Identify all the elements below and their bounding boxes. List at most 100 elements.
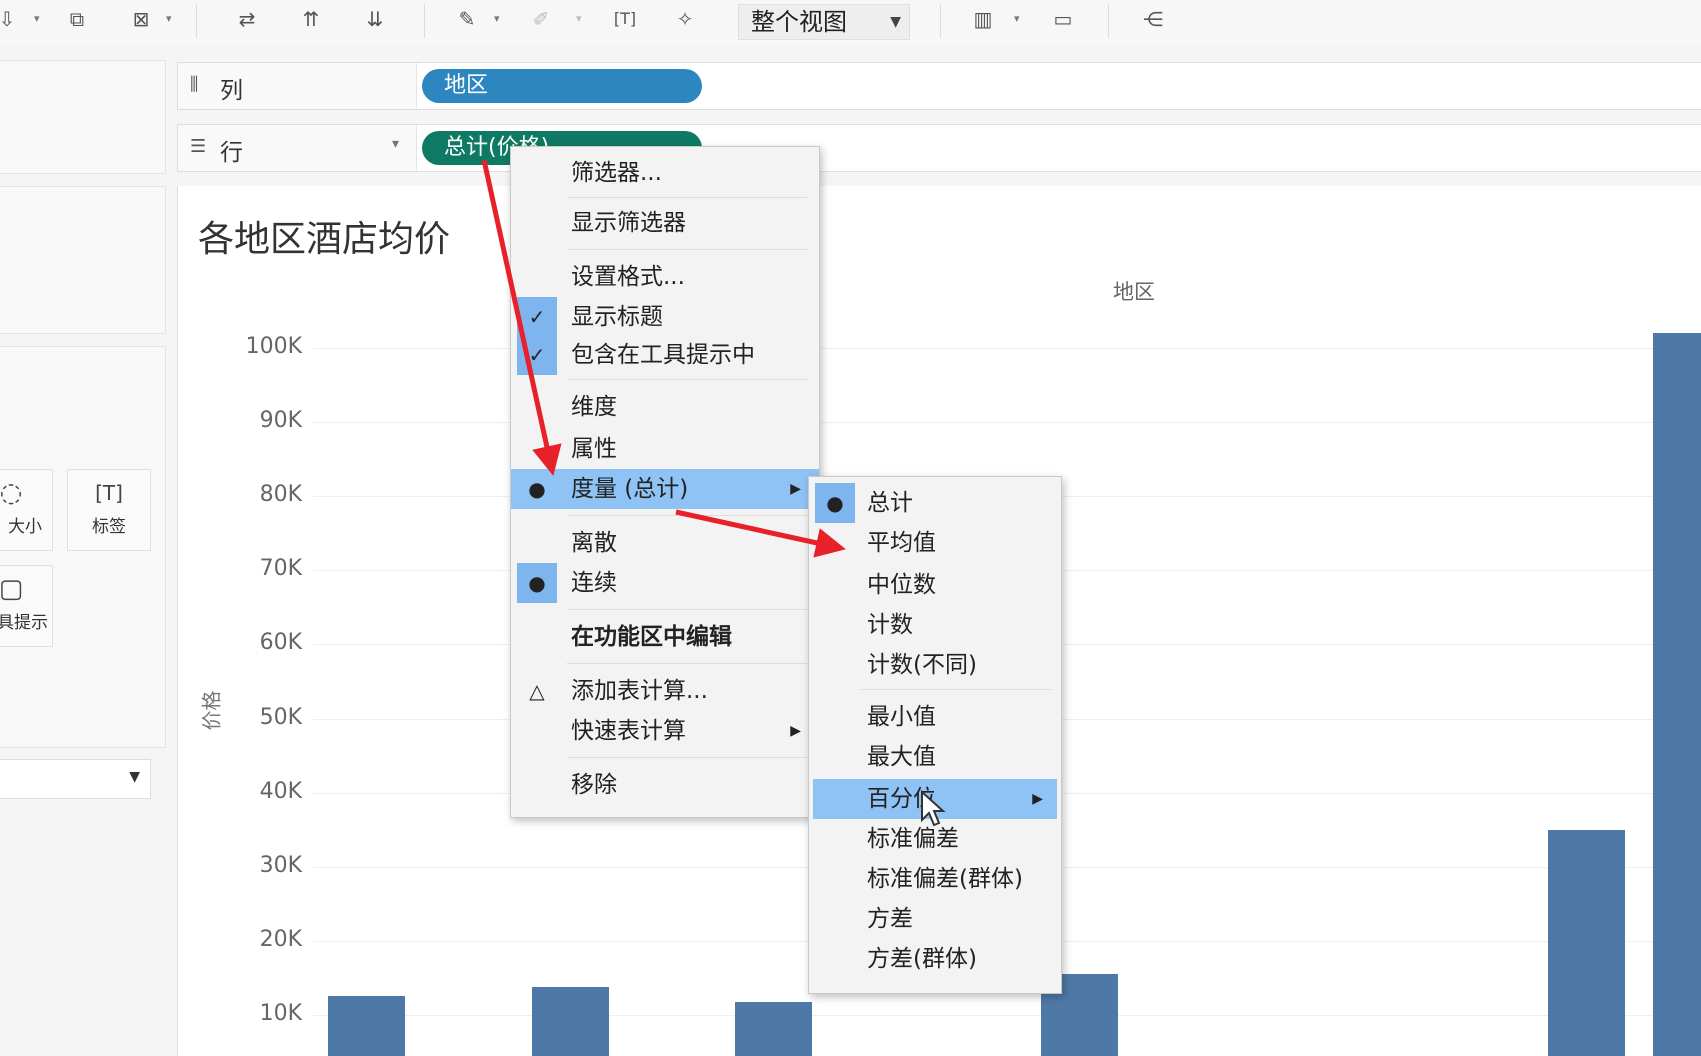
submenu-item-label: 计数 [867, 612, 913, 638]
chevron-down-icon: ▼ [129, 769, 140, 785]
radio-dot-icon: ● [528, 477, 546, 501]
mouse-cursor-icon [921, 790, 946, 827]
duplicate-sheet-icon[interactable]: ⧉ [64, 6, 90, 32]
menu-item-discrete[interactable]: 离散 [511, 523, 819, 563]
menu-separator [567, 609, 807, 610]
menu-item-remove[interactable]: 移除 [511, 765, 819, 805]
swap-rows-columns-icon[interactable]: ⇄ [234, 6, 260, 32]
clear-sheet-icon[interactable]: ⊠ [128, 6, 154, 32]
menu-item-format[interactable]: 设置格式... [511, 257, 819, 297]
columns-icon: ⫼ [190, 74, 199, 95]
submenu-item-median[interactable]: 中位数 [809, 565, 1061, 605]
menu-item-filter[interactable]: 筛选器... [511, 153, 819, 193]
menu-item-label: 移除 [571, 772, 617, 798]
column-header: 地区 [1113, 280, 1155, 304]
label-icon: [T] [95, 481, 123, 505]
menu-item-show-filter[interactable]: 显示筛选器 [511, 203, 819, 243]
submenu-item-sum[interactable]: ● 总计 [809, 483, 1061, 523]
chart-bar[interactable] [328, 996, 405, 1056]
mark-type-dropdown[interactable]: ▼ [0, 759, 151, 799]
menu-separator [567, 197, 807, 198]
share-icon[interactable]: ⋲ [1140, 6, 1166, 32]
region-pill[interactable]: 地区 [422, 69, 702, 103]
y-tick-label: 90K [259, 408, 302, 434]
submenu-item-count-distinct[interactable]: 计数(不同) [809, 645, 1061, 685]
size-icon: ◌ [0, 478, 23, 508]
menu-item-dimension[interactable]: 维度 [511, 387, 819, 427]
delta-icon: △ [529, 679, 545, 703]
submenu-item-minimum[interactable]: 最小值 [809, 697, 1061, 737]
menu-item-include-in-tooltip[interactable]: ✓ 包含在工具提示中 [511, 335, 819, 375]
submenu-item-label: 方差 [867, 906, 913, 932]
menu-gutter [517, 387, 557, 427]
fit-view-dropdown-label: 整个视图 [751, 8, 847, 36]
fit-view-dropdown[interactable]: 整个视图 ▼ [738, 4, 910, 40]
sort-ascending-icon[interactable]: ⇈ [298, 6, 324, 32]
menu-gutter [815, 899, 855, 939]
menu-item-label: 度量 (总计) [571, 476, 689, 502]
menu-gutter [517, 765, 557, 805]
columns-shelf[interactable]: ⫼ 列 地区 [177, 62, 1701, 110]
chevron-down-icon[interactable]: ▾ [494, 6, 500, 32]
menu-gutter [815, 819, 855, 859]
tooltip-button-label: 具提示 [0, 613, 48, 633]
submenu-item-label: 总计 [867, 490, 913, 516]
submenu-item-label: 计数(不同) [867, 652, 977, 678]
chart-bar[interactable] [1653, 333, 1701, 1056]
menu-gutter [815, 737, 855, 777]
highlight-icon[interactable]: ✎ [454, 6, 480, 32]
y-tick-label: 80K [259, 482, 302, 508]
fix-axes-icon[interactable]: ✧ [672, 6, 698, 32]
menu-item-label: 设置格式... [571, 264, 685, 290]
menu-gutter [517, 711, 557, 751]
radio-dot-icon: ● [815, 483, 855, 523]
menu-item-label: 显示标题 [571, 304, 663, 330]
submenu-item-label: 平均值 [867, 530, 936, 556]
check-icon: ✓ [517, 297, 557, 337]
menu-separator [567, 515, 807, 516]
menu-item-measure[interactable]: ● 度量 (总计) ▶ [511, 469, 819, 509]
submenu-arrow-icon: ▶ [790, 481, 801, 497]
menu-separator [567, 663, 807, 664]
submenu-item-label: 最大值 [867, 744, 936, 770]
submenu-item-count[interactable]: 计数 [809, 605, 1061, 645]
chevron-down-icon[interactable]: ▾ [166, 6, 172, 32]
toolbar-divider [424, 4, 425, 38]
chevron-down-icon[interactable]: ▾ [34, 6, 40, 32]
submenu-item-label: 中位数 [867, 572, 936, 598]
menu-item-show-header[interactable]: ✓ 显示标题 [511, 297, 819, 337]
rows-shelf[interactable]: ☰ 行 ▾ 总计(价格) [177, 124, 1701, 172]
chart-bar[interactable] [735, 1001, 812, 1056]
add-datasource-icon[interactable]: ⇩ [0, 6, 20, 32]
chevron-down-icon[interactable]: ▾ [576, 6, 582, 32]
show-cards-icon[interactable]: ▥ [970, 6, 996, 32]
menu-separator [567, 379, 807, 380]
show-mark-labels-icon[interactable]: [T] [612, 6, 638, 32]
chevron-down-icon[interactable]: ▾ [1014, 6, 1020, 32]
submenu-item-variance-population[interactable]: 方差(群体) [809, 939, 1061, 979]
menu-item-attribute[interactable]: 属性 [511, 429, 819, 469]
menu-gutter [815, 605, 855, 645]
label-button[interactable]: [T] 标签 [67, 469, 151, 551]
menu-gutter [517, 153, 557, 193]
chart-bar[interactable] [532, 986, 609, 1056]
chevron-down-icon[interactable]: ▾ [392, 136, 399, 152]
submenu-item-average[interactable]: 平均值 [809, 523, 1061, 563]
presentation-mode-icon[interactable]: ▭ [1050, 6, 1076, 32]
submenu-item-std-dev-population[interactable]: 标准偏差(群体) [809, 859, 1061, 899]
chart-bar[interactable] [1548, 829, 1625, 1056]
size-button[interactable]: ◌ 大小 [0, 469, 53, 551]
menu-item-quick-table-calc[interactable]: 快速表计算 ▶ [511, 711, 819, 751]
columns-shelf-title: ⫼ 列 [178, 63, 417, 109]
menu-item-continuous[interactable]: ● 连续 [511, 563, 819, 603]
pill-context-menu: 筛选器... 显示筛选器设置格式... ✓ 显示标题 ✓ 包含在工具提示中 维度 属性 ● 度量 … [510, 146, 820, 818]
y-tick-label: 50K [259, 704, 302, 730]
menu-item-add-table-calc[interactable]: △ 添加表计算... [511, 671, 819, 711]
submenu-item-maximum[interactable]: 最大值 [809, 737, 1061, 777]
sort-descending-icon[interactable]: ⇊ [362, 6, 388, 32]
menu-gutter [517, 429, 557, 469]
menu-item-edit-in-shelf[interactable]: 在功能区中编辑 [511, 617, 819, 657]
submenu-item-variance[interactable]: 方差 [809, 899, 1061, 939]
tooltip-button[interactable]: ▢ 具提示 [0, 565, 53, 647]
group-members-icon[interactable]: ✐ [528, 6, 554, 32]
